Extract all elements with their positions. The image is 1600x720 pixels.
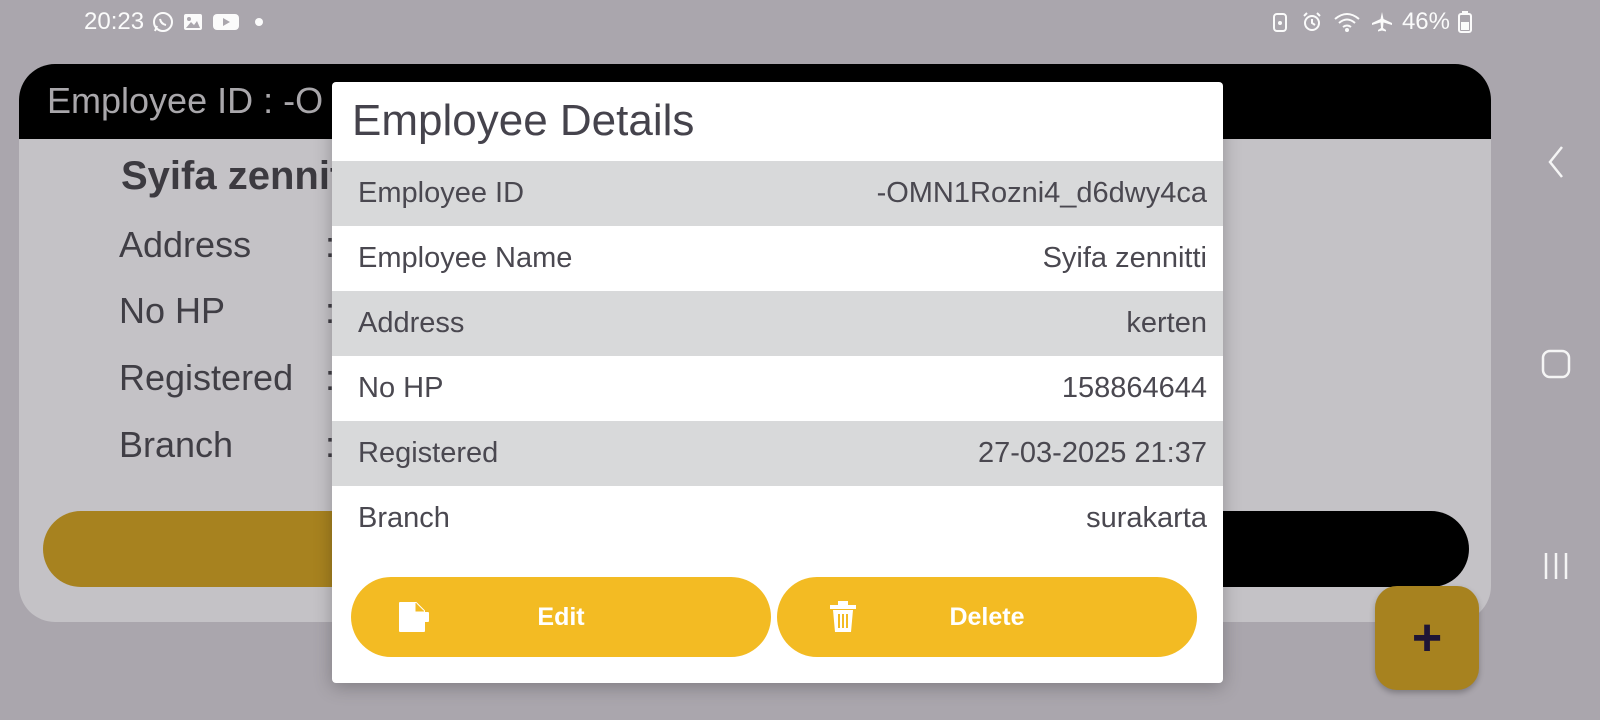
wifi-icon [1332,10,1362,34]
detail-row-address: Address kerten [332,291,1223,356]
details-list: Employee ID -OMN1Rozni4_d6dwy4ca Employe… [332,161,1223,551]
edit-button-label: Edit [537,602,585,631]
gallery-icon [182,11,204,33]
airplane-icon [1370,10,1394,34]
detail-row-branch: Branch surakarta [332,486,1223,551]
delete-button-label: Delete [949,602,1025,631]
home-icon[interactable] [1540,348,1572,385]
detail-row-registered: Registered 27-03-2025 21:37 [332,421,1223,486]
status-bar: 20:23 46% [0,0,1600,44]
employee-card-label-address: Address [119,224,252,265]
edit-icon [395,599,431,635]
detail-row-employee-id: Employee ID -OMN1Rozni4_d6dwy4ca [332,161,1223,226]
battery-icon [1458,10,1472,34]
employee-card-label-branch: Branch [119,424,234,465]
detail-value: surakarta [1086,502,1207,534]
youtube-icon [212,11,240,33]
trash-icon [825,599,861,635]
employee-card-delete-button[interactable] [1199,511,1469,587]
dot-icon [248,11,270,33]
detail-value: 27-03-2025 21:37 [978,437,1207,469]
add-employee-button[interactable]: + [1375,586,1479,690]
detail-label: No HP [358,372,444,404]
battery-percentage: 46% [1401,8,1450,35]
detail-row-no-hp: No HP 158864644 [332,356,1223,421]
detail-row-employee-name: Employee Name Syifa zennitti [332,226,1223,291]
employee-card-label-nohp: No HP [119,290,226,331]
recents-icon[interactable] [1540,550,1572,587]
detail-value: kerten [1126,307,1207,339]
employee-card-name: Syifa zennit [121,154,344,198]
status-right: 46% [1268,8,1472,36]
detail-value: -OMN1Rozni4_d6dwy4ca [876,177,1207,209]
edit-button[interactable]: Edit [351,577,771,657]
employee-card-edit-button[interactable] [43,511,373,587]
detail-value: Syifa zennitti [1042,242,1207,274]
detail-label: Employee ID [358,177,525,209]
status-left: 20:23 [84,8,270,36]
detail-label: Branch [358,502,450,534]
employee-card-label-registered: Registered [119,357,294,398]
lock-icon [1268,10,1292,34]
back-icon[interactable] [1544,144,1568,185]
alarm-icon [1300,10,1324,34]
dialog-title: Employee Details [352,96,695,145]
status-time: 20:23 [84,8,145,35]
whatsapp-icon [152,11,174,33]
detail-label: Employee Name [358,242,573,274]
delete-button[interactable]: Delete [777,577,1197,657]
detail-label: Registered [358,437,499,469]
employee-card-header-text: Employee ID : -O [47,80,324,121]
employee-details-dialog: Employee Details Employee ID -OMN1Rozni4… [332,82,1223,683]
detail-value: 158864644 [1061,372,1207,404]
detail-label: Address [358,307,465,339]
plus-icon: + [1411,609,1443,667]
